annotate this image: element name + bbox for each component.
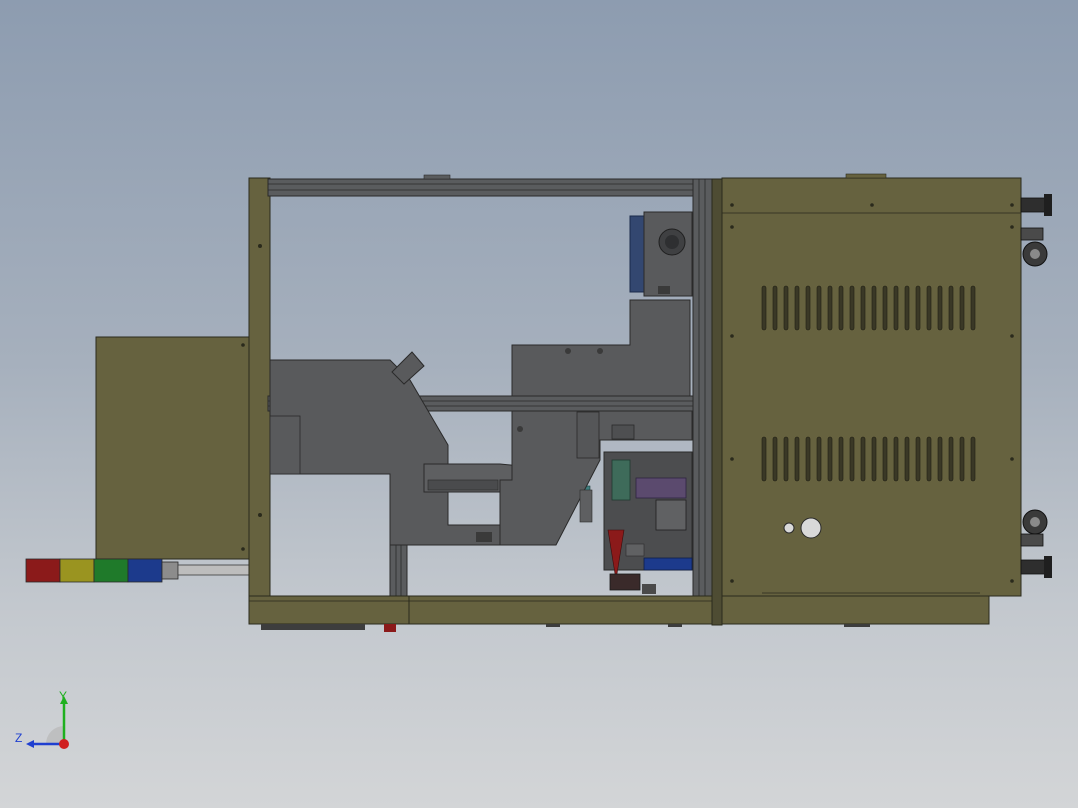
vent-slot: [838, 436, 844, 482]
vent-slot: [849, 436, 855, 482]
vent-slot: [772, 285, 778, 331]
vent-slot: [761, 285, 767, 331]
vent-slot: [794, 436, 800, 482]
vent-slot: [805, 285, 811, 331]
vent-slot: [838, 285, 844, 331]
vent-slot: [849, 285, 855, 331]
vent-slot: [893, 285, 899, 331]
vent-slot: [937, 436, 943, 482]
vent-slot: [948, 436, 954, 482]
vent-slot: [816, 285, 822, 331]
y-axis-label: Y: [59, 689, 68, 703]
x-axis-dot: [59, 739, 69, 749]
vent-slot: [871, 285, 877, 331]
vent-slot: [827, 436, 833, 482]
vent-slot: [860, 436, 866, 482]
vent-slot: [882, 436, 888, 482]
vent-slot: [893, 436, 899, 482]
vent-slot: [794, 285, 800, 331]
cad-viewport[interactable]: Y Z: [0, 0, 1078, 808]
vent-slot: [882, 285, 888, 331]
vent-slot: [904, 436, 910, 482]
vent-slot: [926, 285, 932, 331]
vent-slot: [915, 285, 921, 331]
vent-slot: [805, 436, 811, 482]
z-axis-label: Z: [15, 731, 23, 745]
electrical-cabinet: [721, 173, 1052, 627]
z-axis-arrow: [26, 740, 34, 748]
vent-slot: [827, 285, 833, 331]
vent-slot: [904, 285, 910, 331]
vent-slot: [783, 436, 789, 482]
vent-slot: [970, 285, 976, 331]
vent-slot: [959, 436, 965, 482]
vent-slot: [926, 436, 932, 482]
vent-slot: [970, 436, 976, 482]
vent-slot: [871, 436, 877, 482]
vent-slot: [948, 285, 954, 331]
left-side-box: [95, 336, 251, 560]
vent-slot: [783, 285, 789, 331]
machine-model[interactable]: [0, 0, 1078, 808]
vent-slot: [816, 436, 822, 482]
vent-slot: [860, 285, 866, 331]
axis-triad: Y Z: [10, 684, 80, 754]
vent-slot: [772, 436, 778, 482]
tower-light: [25, 558, 251, 583]
vent-slot: [915, 436, 921, 482]
vent-slot: [761, 436, 767, 482]
vent-slot: [959, 285, 965, 331]
vent-slot: [937, 285, 943, 331]
